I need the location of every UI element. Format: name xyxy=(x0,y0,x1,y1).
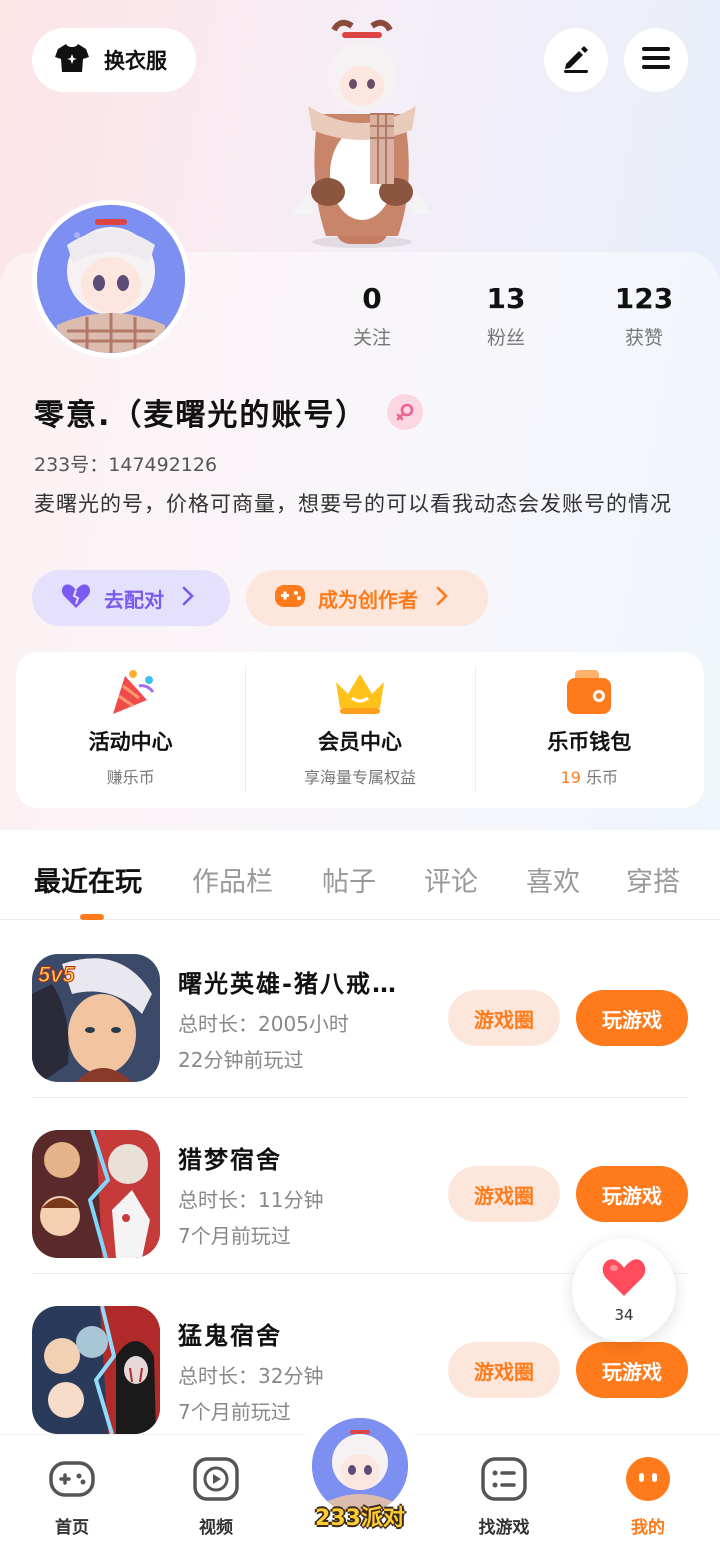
play-game-button[interactable]: 玩游戏 xyxy=(576,1342,688,1398)
stat-label: 粉丝 xyxy=(486,327,525,349)
game-last-played: 7个月前玩过 xyxy=(178,1400,291,1424)
face-icon xyxy=(624,1455,672,1503)
edit-profile-button[interactable] xyxy=(544,28,608,92)
service-title: 乐币钱包 xyxy=(547,730,632,754)
nav-find-games[interactable]: 找游戏 xyxy=(454,1455,554,1538)
service-subtitle: 赚乐币 xyxy=(106,768,155,787)
wallet-icon xyxy=(561,670,617,722)
chevron-right-icon xyxy=(182,586,194,611)
service-subtitle: 享海量专属权益 xyxy=(303,768,416,787)
crown-icon xyxy=(332,674,388,722)
activity-center-button[interactable]: 活动中心 赚乐币 xyxy=(16,652,245,808)
active-tab-indicator xyxy=(80,914,104,920)
nav-label: 首页 xyxy=(55,1518,89,1538)
stat-value: 13 xyxy=(486,282,526,315)
game-circle-button[interactable]: 游戏圈 xyxy=(448,1342,560,1398)
nav-label: 找游戏 xyxy=(478,1518,530,1538)
profile-avatar[interactable] xyxy=(32,200,190,358)
game-icon-ghost-dorm[interactable] xyxy=(32,1306,160,1434)
pencil-icon xyxy=(560,42,592,78)
vip-center-button[interactable]: 会员中心 享海量专属权益 xyxy=(245,652,474,808)
nav-video[interactable]: 视频 xyxy=(166,1455,266,1538)
game-circle-button[interactable]: 游戏圈 xyxy=(448,990,560,1046)
heart-icon xyxy=(600,1256,648,1302)
stat-value: 123 xyxy=(614,282,674,315)
game-name: 猎梦宿舍 xyxy=(178,1146,282,1174)
gamepad-icon xyxy=(48,1455,96,1503)
nav-label: 我的 xyxy=(631,1518,665,1538)
username: 零意.（麦曙光的账号） xyxy=(34,398,368,433)
stat-label: 关注 xyxy=(352,327,391,349)
tab-posts[interactable]: 帖子 xyxy=(322,860,376,899)
tab-recent-play[interactable]: 最近在玩 xyxy=(34,860,142,899)
game-icon-dawn-heroes[interactable]: 5v5 xyxy=(32,954,160,1082)
stat-following[interactable]: 0 关注 xyxy=(312,282,432,350)
avatar-character-figure[interactable] xyxy=(278,14,442,254)
stat-followers[interactable]: 13 粉丝 xyxy=(446,282,566,350)
username-row: 零意.（麦曙光的账号） xyxy=(34,390,424,434)
coin-count: 19 xyxy=(560,768,581,787)
tab-comments[interactable]: 评论 xyxy=(424,860,478,899)
game-duration: 总时长：32分钟 xyxy=(178,1364,324,1388)
nav-party-label[interactable]: 233派对 xyxy=(300,1500,420,1532)
service-title: 活动中心 xyxy=(88,730,173,754)
tab-likes[interactable]: 喜欢 xyxy=(526,860,580,899)
tshirt-icon xyxy=(54,42,90,79)
female-gender-icon xyxy=(387,394,424,430)
game-last-played: 7个月前玩过 xyxy=(178,1224,291,1248)
play-game-button[interactable]: 玩游戏 xyxy=(576,990,688,1046)
wardrobe-button[interactable]: 换衣服 xyxy=(32,28,196,92)
game-name: 曙光英雄-猪八戒… xyxy=(178,970,398,998)
stat-value: 0 xyxy=(362,282,382,315)
service-title: 会员中心 xyxy=(317,730,402,754)
play-game-button[interactable]: 玩游戏 xyxy=(576,1166,688,1222)
nav-home[interactable]: 首页 xyxy=(22,1455,122,1538)
stat-label: 获赞 xyxy=(624,327,663,349)
game-icon-dream-dorm[interactable] xyxy=(32,1130,160,1258)
chevron-right-icon xyxy=(436,586,448,611)
game-circle-button[interactable]: 游戏圈 xyxy=(448,1166,560,1222)
list-icon xyxy=(480,1455,528,1503)
user-bio: 麦曙光的号，价格可商量，想要号的可以看我动态会发账号的情况 xyxy=(34,492,672,516)
menu-button[interactable] xyxy=(624,28,688,92)
services-panel: 活动中心 赚乐币 会员中心 享海量专属权益 乐币钱包 19 乐币 xyxy=(16,652,704,808)
tab-works[interactable]: 作品栏 xyxy=(192,860,273,899)
stat-likes[interactable]: 123 获赞 xyxy=(584,282,704,350)
heart-icon xyxy=(60,582,92,615)
creator-label: 成为创作者 xyxy=(318,587,418,612)
coin-unit: 乐币 xyxy=(586,768,619,787)
video-play-icon xyxy=(192,1455,240,1503)
floating-like-button[interactable]: 34 xyxy=(572,1238,676,1342)
game-duration: 总时长：11分钟 xyxy=(178,1188,324,1212)
game-row[interactable]: 5v5 曙光英雄-猪八戒… 总时长：2005小时 22分钟前玩过 游戏圈 玩游戏 xyxy=(32,922,688,1098)
content-tabs: 最近在玩 作品栏 帖子 评论 喜欢 穿搭 xyxy=(0,830,720,920)
match-button[interactable]: 去配对 xyxy=(32,570,230,626)
game-last-played: 22分钟前玩过 xyxy=(178,1048,304,1072)
hamburger-icon xyxy=(640,44,672,76)
like-count: 34 xyxy=(614,1306,634,1324)
wardrobe-label: 换衣服 xyxy=(104,49,167,73)
game-row[interactable]: 猎梦宿舍 总时长：11分钟 7个月前玩过 游戏圈 玩游戏 xyxy=(32,1098,688,1274)
match-label: 去配对 xyxy=(104,587,164,612)
tab-outfits[interactable]: 穿搭 xyxy=(626,860,680,899)
game-duration: 总时长：2005小时 xyxy=(178,1012,349,1036)
user-id: 233号：147492126 xyxy=(34,454,218,476)
gamepad-icon xyxy=(274,583,306,614)
game-name: 猛鬼宿舍 xyxy=(178,1322,282,1350)
nav-mine[interactable]: 我的 xyxy=(598,1455,698,1538)
service-subtitle: 19 乐币 xyxy=(475,764,704,788)
become-creator-button[interactable]: 成为创作者 xyxy=(246,570,488,626)
nav-label: 视频 xyxy=(199,1518,233,1538)
wallet-button[interactable]: 乐币钱包 19 乐币 xyxy=(474,652,704,808)
game-badge: 5v5 xyxy=(38,962,75,987)
party-popper-icon xyxy=(103,670,159,722)
